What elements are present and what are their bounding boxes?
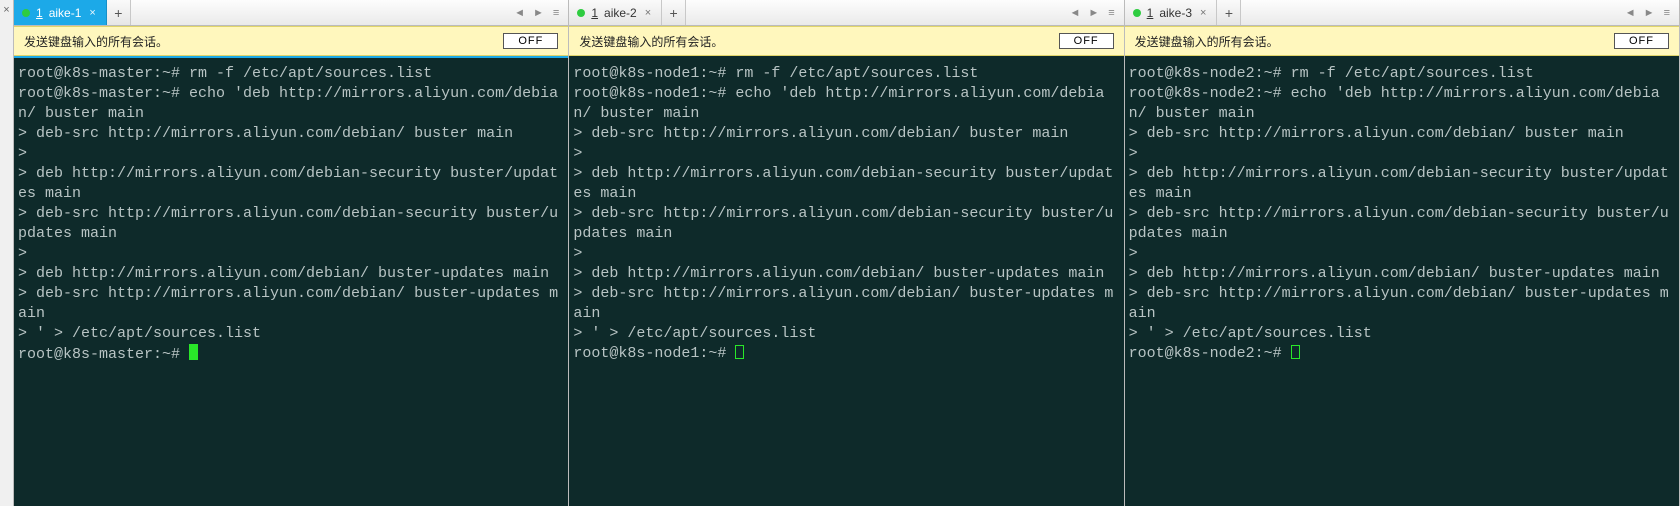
terminal-line: > deb-src http://mirrors.aliyun.com/debi… [1129,124,1675,144]
cursor-icon [189,344,198,360]
terminal-output[interactable]: root@k8s-node2:~# rm -f /etc/apt/sources… [1125,56,1679,506]
terminal-line: > deb-src http://mirrors.aliyun.com/debi… [1129,284,1675,324]
tab-number: 1 [1147,6,1154,20]
new-tab-button[interactable]: + [1217,0,1241,25]
tab-menu-icon[interactable]: ≡ [1660,7,1673,19]
close-tab-icon[interactable]: × [87,7,97,19]
terminal-line: > deb-src http://mirrors.aliyun.com/debi… [18,124,564,144]
terminal-line: > ' > /etc/apt/sources.list [18,324,564,344]
terminal-pane: 1 aike-1×+◄►≡发送键盘输入的所有会话。OFFroot@k8s-mas… [14,0,569,506]
status-dot-icon [577,9,585,17]
terminal-line: root@k8s-node1:~# echo 'deb http://mirro… [573,84,1119,124]
broadcast-off-button[interactable]: OFF [503,33,558,49]
terminal-line: > ' > /etc/apt/sources.list [1129,324,1675,344]
status-dot-icon [22,9,30,17]
terminal-line: > deb http://mirrors.aliyun.com/debian/ … [1129,264,1675,284]
prompt-text: root@k8s-node2:~# [1129,345,1291,362]
broadcast-off-button[interactable]: OFF [1059,33,1114,49]
prompt-text: root@k8s-node1:~# [573,345,735,362]
tab-label: aike-3 [1159,6,1192,20]
broadcast-banner: 发送键盘输入的所有会话。OFF [569,26,1123,56]
new-tab-button[interactable]: + [107,0,131,25]
terminal-line: > deb-src http://mirrors.aliyun.com/debi… [573,124,1119,144]
tab-number: 1 [36,6,43,20]
session-tab[interactable]: 1 aike-2 × [569,0,662,25]
cursor-icon [1291,345,1300,359]
terminal-line: > [573,144,1119,164]
terminal-line: root@k8s-node2:~# echo 'deb http://mirro… [1129,84,1675,124]
terminal-line: > deb http://mirrors.aliyun.com/debian-s… [18,164,564,204]
tab-scroll-controls: ◄►≡ [505,0,568,25]
tab-scroll-controls: ◄►≡ [1616,0,1679,25]
terminal-line: > [1129,144,1675,164]
split-panes: × 1 aike-1×+◄►≡发送键盘输入的所有会话。OFFroot@k8s-m… [0,0,1680,506]
terminal-line: > ' > /etc/apt/sources.list [573,324,1119,344]
terminal-output[interactable]: root@k8s-node1:~# rm -f /etc/apt/sources… [569,56,1123,506]
broadcast-off-button[interactable]: OFF [1614,33,1669,49]
terminal-line: > deb http://mirrors.aliyun.com/debian-s… [1129,164,1675,204]
tab-left-arrow-icon[interactable]: ◄ [1622,7,1639,19]
close-tab-icon[interactable]: × [1198,7,1208,19]
terminal-line: > deb http://mirrors.aliyun.com/debian/ … [573,264,1119,284]
banner-message: 发送键盘输入的所有会话。 [579,33,1058,50]
broadcast-banner: 发送键盘输入的所有会话。OFF [14,26,568,56]
terminal-line: root@k8s-master:~# rm -f /etc/apt/source… [18,64,564,84]
tab-left-arrow-icon[interactable]: ◄ [1066,7,1083,19]
tab-bar: 1 aike-1 × + ◄►≡ [14,0,568,26]
terminal-line: > deb-src http://mirrors.aliyun.com/debi… [18,204,564,244]
gutter-close-icon[interactable]: × [0,0,13,16]
broadcast-banner: 发送键盘输入的所有会话。OFF [1125,26,1679,56]
new-tab-button[interactable]: + [662,0,686,25]
banner-message: 发送键盘输入的所有会话。 [1135,33,1614,50]
terminal-pane: 1 aike-2×+◄►≡发送键盘输入的所有会话。OFFroot@k8s-nod… [569,0,1124,506]
tab-menu-icon[interactable]: ≡ [1104,7,1117,19]
terminal-line: > [573,244,1119,264]
tab-menu-icon[interactable]: ≡ [549,7,562,19]
terminal-line: root@k8s-node1:~# rm -f /etc/apt/sources… [573,64,1119,84]
terminal-line: root@k8s-master:~# echo 'deb http://mirr… [18,84,564,124]
tab-bar: 1 aike-2 × + ◄►≡ [569,0,1123,26]
terminal-line: > [18,144,564,164]
session-tab[interactable]: 1 aike-3 × [1125,0,1218,25]
tab-bar: 1 aike-3 × + ◄►≡ [1125,0,1679,26]
terminal-line: > [18,244,564,264]
session-tab[interactable]: 1 aike-1 × [14,0,107,25]
status-dot-icon [1133,9,1141,17]
terminal-line: > [1129,244,1675,264]
cursor-icon [735,345,744,359]
tab-number: 1 [591,6,598,20]
terminal-prompt-line: root@k8s-node1:~# [573,344,1119,364]
terminal-line: > deb-src http://mirrors.aliyun.com/debi… [18,284,564,324]
terminal-pane: 1 aike-3×+◄►≡发送键盘输入的所有会话。OFFroot@k8s-nod… [1125,0,1680,506]
terminal-line: > deb http://mirrors.aliyun.com/debian-s… [573,164,1119,204]
terminal-prompt-line: root@k8s-node2:~# [1129,344,1675,364]
left-gutter: × [0,0,14,506]
tab-label: aike-2 [604,6,637,20]
banner-message: 发送键盘输入的所有会话。 [24,33,503,50]
terminal-prompt-line: root@k8s-master:~# [18,344,564,365]
tab-right-arrow-icon[interactable]: ► [530,7,547,19]
terminal-line: > deb-src http://mirrors.aliyun.com/debi… [1129,204,1675,244]
tab-label: aike-1 [49,6,82,20]
terminal-line: root@k8s-node2:~# rm -f /etc/apt/sources… [1129,64,1675,84]
terminal-line: > deb http://mirrors.aliyun.com/debian/ … [18,264,564,284]
terminal-line: > deb-src http://mirrors.aliyun.com/debi… [573,204,1119,244]
tab-scroll-controls: ◄►≡ [1060,0,1123,25]
terminal-output[interactable]: root@k8s-master:~# rm -f /etc/apt/source… [14,56,568,506]
terminal-line: > deb-src http://mirrors.aliyun.com/debi… [573,284,1119,324]
prompt-text: root@k8s-master:~# [18,346,189,363]
tab-right-arrow-icon[interactable]: ► [1085,7,1102,19]
tab-left-arrow-icon[interactable]: ◄ [511,7,528,19]
close-tab-icon[interactable]: × [643,7,653,19]
tab-right-arrow-icon[interactable]: ► [1641,7,1658,19]
